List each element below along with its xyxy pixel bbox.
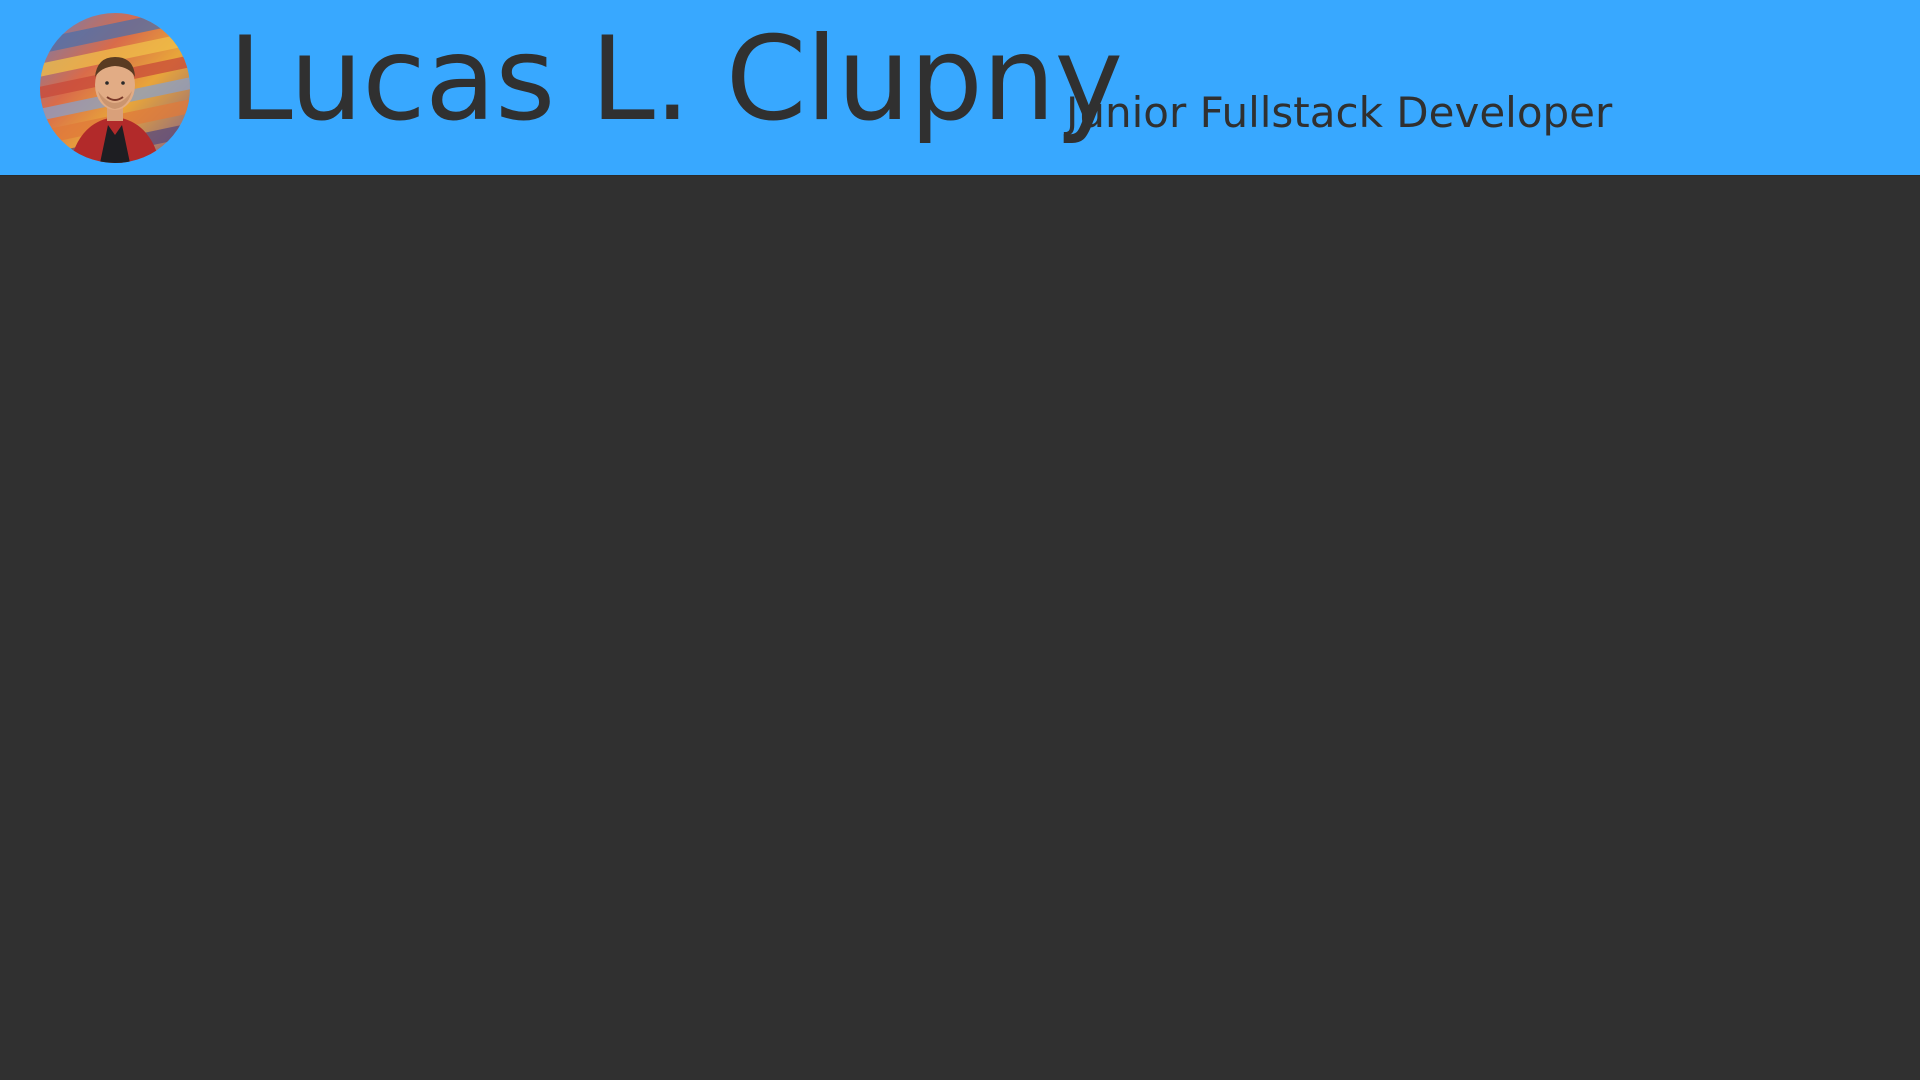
job-title: Junior Fullstack Developer bbox=[1066, 88, 1613, 137]
avatar-photo-icon bbox=[40, 13, 190, 163]
profile-avatar bbox=[40, 13, 190, 163]
page-title: Lucas L. Clupny bbox=[228, 12, 1123, 147]
site-header: Lucas L. Clupny Junior Fullstack Develop… bbox=[0, 0, 1920, 176]
main-content bbox=[0, 176, 1920, 1080]
